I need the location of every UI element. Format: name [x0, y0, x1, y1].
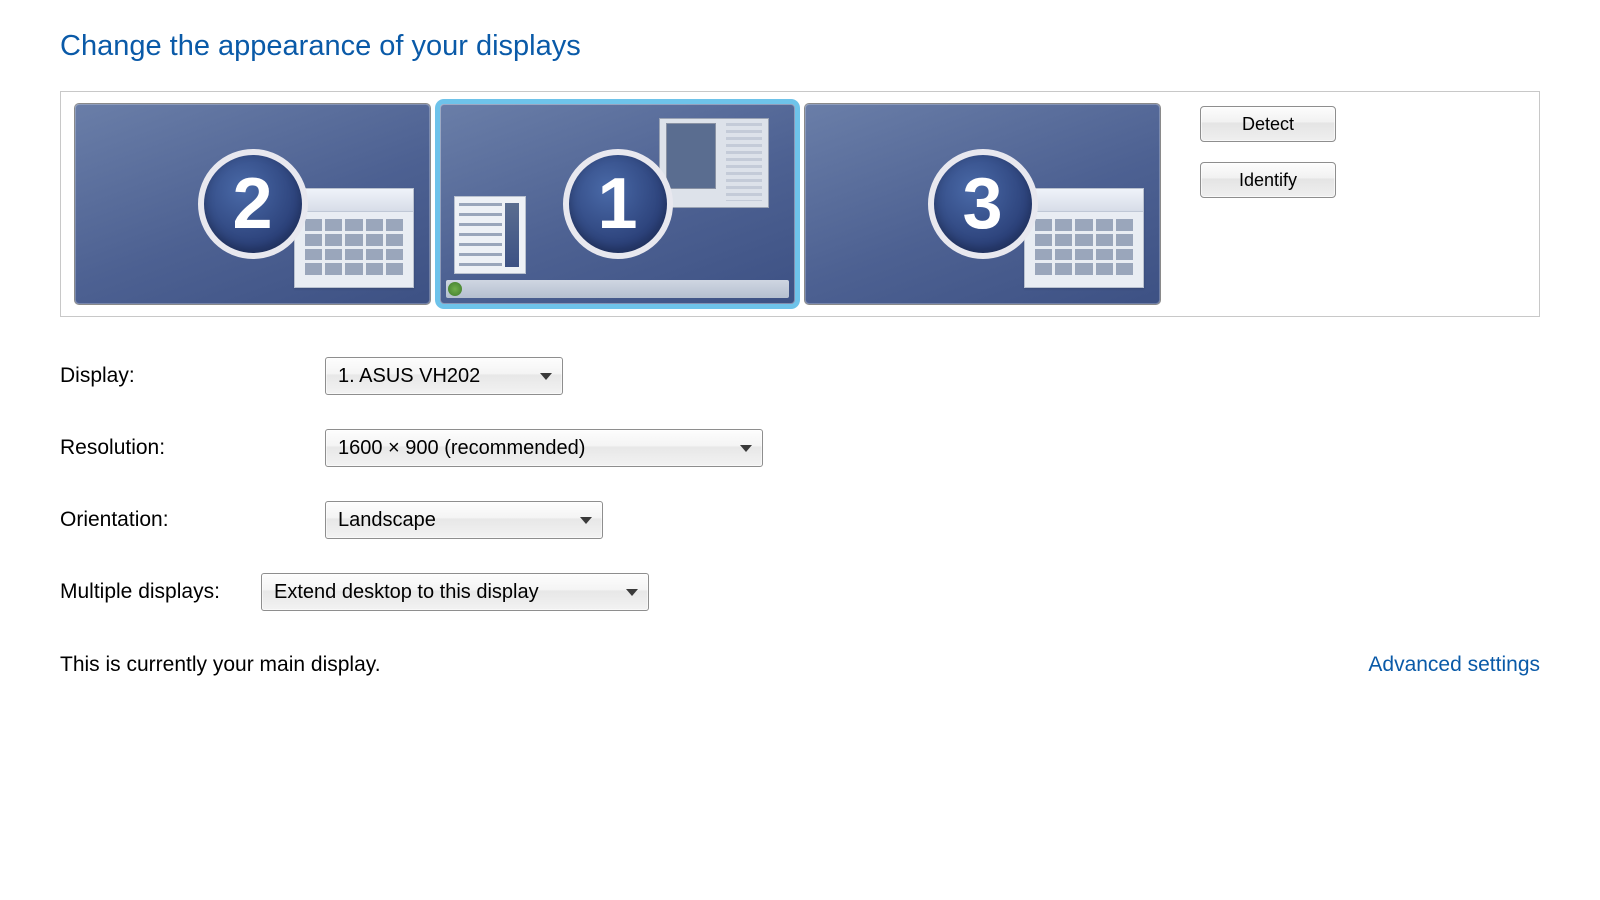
mini-window-icon	[1024, 188, 1144, 288]
monitor-number-badge: 1	[563, 149, 673, 259]
settings-form: Display: 1. ASUS VH202 Resolution: 1600 …	[60, 357, 1540, 611]
chevron-down-icon	[740, 445, 752, 452]
display-dropdown[interactable]: 1. ASUS VH202	[325, 357, 563, 395]
resolution-label: Resolution:	[60, 436, 295, 460]
mini-sidepanel-icon	[454, 196, 526, 274]
multiple-displays-label: Multiple displays:	[60, 580, 265, 604]
orientation-label: Orientation:	[60, 508, 295, 532]
taskbar-icon	[446, 280, 789, 298]
main-display-status: This is currently your main display.	[60, 653, 381, 677]
monitors-row: 2 1 3	[75, 104, 1160, 304]
start-button-icon	[448, 282, 462, 296]
identify-button[interactable]: Identify	[1200, 162, 1336, 198]
orientation-dropdown-value: Landscape	[338, 509, 436, 532]
multiple-displays-dropdown-value: Extend desktop to this display	[274, 581, 539, 604]
advanced-settings-link[interactable]: Advanced settings	[1368, 653, 1540, 677]
monitor-number-badge: 3	[928, 149, 1038, 259]
display-arrangement-panel: 2 1 3	[60, 91, 1540, 317]
display-label: Display:	[60, 364, 295, 388]
chevron-down-icon	[580, 517, 592, 524]
monitor-3[interactable]: 3	[805, 104, 1160, 304]
footer-row: This is currently your main display. Adv…	[60, 653, 1540, 677]
detect-button[interactable]: Detect	[1200, 106, 1336, 142]
mini-window-icon	[294, 188, 414, 288]
resolution-dropdown-value: 1600 × 900 (recommended)	[338, 437, 585, 460]
multiple-displays-dropdown[interactable]: Extend desktop to this display	[261, 573, 649, 611]
resolution-dropdown[interactable]: 1600 × 900 (recommended)	[325, 429, 763, 467]
chevron-down-icon	[626, 589, 638, 596]
monitor-2[interactable]: 2	[75, 104, 430, 304]
mini-app-window-icon	[659, 118, 769, 208]
side-buttons: Detect Identify	[1200, 104, 1336, 198]
orientation-dropdown[interactable]: Landscape	[325, 501, 603, 539]
display-dropdown-value: 1. ASUS VH202	[338, 365, 480, 388]
monitor-number-badge: 2	[198, 149, 308, 259]
chevron-down-icon	[540, 373, 552, 380]
monitor-1[interactable]: 1	[440, 104, 795, 304]
page-title: Change the appearance of your displays	[60, 30, 1540, 63]
